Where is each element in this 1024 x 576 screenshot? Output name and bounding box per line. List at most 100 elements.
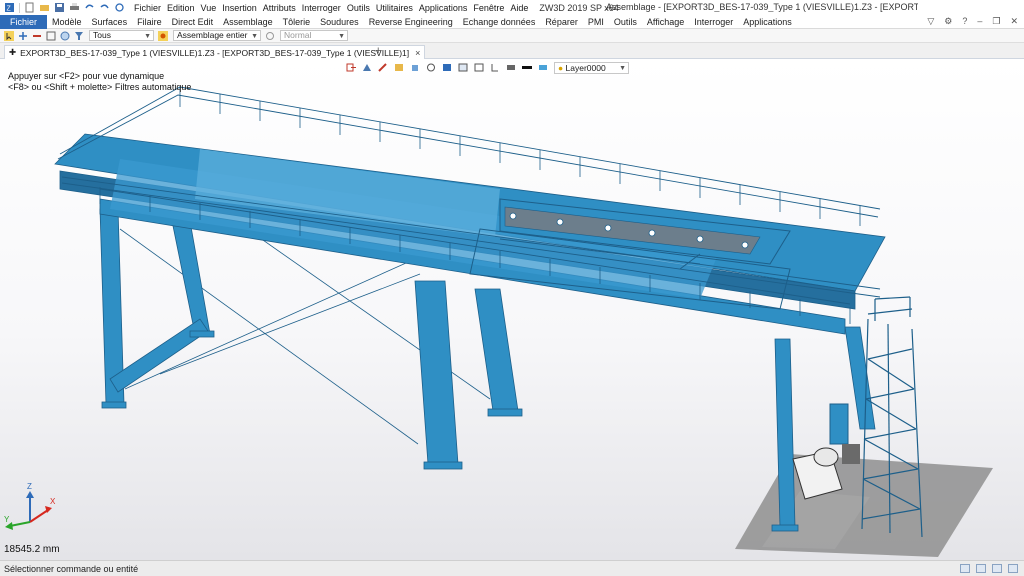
gantry-crane-model[interactable]: Z X Y — [0, 59, 1024, 560]
tab-interroger[interactable]: Interroger — [689, 17, 738, 27]
middle-legs — [414, 280, 523, 470]
menu-fichier[interactable]: Fichier — [131, 3, 164, 13]
axis-x-label: X — [50, 497, 56, 506]
tab-surfaces[interactable]: Surfaces — [87, 17, 133, 27]
title-bar: Z Fichier Edition Vue Insertion Attribut… — [0, 0, 1024, 15]
tab-pmi[interactable]: PMI — [583, 17, 609, 27]
snap-plus-icon[interactable] — [18, 31, 28, 41]
gear-icon[interactable]: ⚙ — [944, 16, 952, 27]
tab-filaire[interactable]: Filaire — [132, 17, 167, 27]
tab-soudures[interactable]: Soudures — [315, 17, 364, 27]
ribbon-tab-bar: Fichier Modèle Surfaces Filaire Direct E… — [0, 14, 1024, 29]
chevron-down-icon: ▼ — [338, 33, 345, 40]
exit-icon[interactable] — [346, 63, 356, 72]
menu-applications[interactable]: Applications — [416, 3, 471, 13]
tab-modele[interactable]: Modèle — [47, 17, 87, 27]
3d-viewport[interactable]: Z X Y Appuyer sur <F2> pour vue dynamiqu… — [0, 59, 1024, 560]
mode-icon — [265, 31, 275, 41]
menu-vue[interactable]: Vue — [198, 3, 220, 13]
main-toolbar: Tous ▼ Assemblage entier ▼ Normal ▼ — [0, 29, 1024, 43]
restore-icon[interactable]: ❐ — [992, 16, 1000, 27]
top-menu: Fichier Edition Vue Insertion Attributs … — [131, 3, 531, 13]
pen-icon[interactable] — [378, 63, 388, 72]
left-legs — [99, 208, 215, 409]
menu-outils[interactable]: Outils — [344, 3, 373, 13]
assembly-icon — [158, 30, 168, 41]
tab-echange-donnees[interactable]: Echange données — [458, 17, 541, 27]
view-mode-icon[interactable] — [960, 564, 970, 573]
save-icon[interactable] — [54, 2, 65, 13]
axis-triad: Z X Y — [4, 482, 56, 530]
ribbon-file-button[interactable]: Fichier — [0, 14, 48, 29]
chevron-down-icon[interactable]: ▽ — [927, 16, 934, 27]
menu-aide[interactable]: Aide — [507, 3, 531, 13]
mode-select-value: Normal — [284, 30, 312, 40]
assembly-scope-select[interactable]: Assemblage entier ▼ — [173, 30, 261, 41]
menu-insertion[interactable]: Insertion — [219, 3, 260, 13]
new-tab-button[interactable]: + — [375, 45, 381, 57]
split-view-icon[interactable] — [992, 564, 1002, 573]
display-icon[interactable] — [506, 63, 516, 72]
menu-utilitaires[interactable]: Utilitaires — [373, 3, 416, 13]
print-icon[interactable] — [69, 2, 80, 13]
pick-cursor-icon[interactable] — [4, 30, 14, 41]
axis-z-label: Z — [27, 482, 32, 491]
tab-assemblage[interactable]: Assemblage — [218, 17, 278, 27]
axis-y-label: Y — [4, 515, 10, 524]
tab-tolerie[interactable]: Tôlerie — [278, 17, 316, 27]
image-icon[interactable] — [458, 63, 468, 72]
color-swatch-icon[interactable] — [522, 63, 532, 72]
status-bar: Sélectionner commande ou entité — [0, 560, 1024, 576]
cube-icon[interactable] — [410, 63, 420, 72]
chevron-down-icon: ▼ — [144, 33, 151, 40]
viewport-hint-line-1: Appuyer sur <F2> pour vue dynamique — [8, 71, 165, 81]
menu-attributs[interactable]: Attributs — [260, 3, 299, 13]
light-icon[interactable] — [538, 63, 548, 72]
frame-icon[interactable] — [474, 63, 484, 72]
menu-edition[interactable]: Edition — [164, 3, 198, 13]
document-tab[interactable]: ✚ EXPORT3D_BES-17-039_Type 1 (VIESVILLE)… — [4, 45, 426, 59]
sphere-icon[interactable] — [60, 31, 70, 41]
layer-select-value: Layer0000 — [565, 62, 606, 73]
filter-box-icon[interactable] — [46, 31, 56, 41]
document-tab-bar: ✚ EXPORT3D_BES-17-039_Type 1 (VIESVILLE)… — [0, 43, 1024, 59]
menu-fenetre[interactable]: Fenêtre — [470, 3, 507, 13]
grid-icon[interactable] — [976, 564, 986, 573]
rotate-icon[interactable] — [426, 63, 436, 72]
redo-icon[interactable] — [99, 2, 110, 13]
status-message: Sélectionner commande ou entité — [4, 563, 139, 574]
view-orient-icon[interactable] — [362, 63, 372, 72]
window-layout-icon[interactable] — [1008, 564, 1018, 573]
tab-reparer[interactable]: Réparer — [540, 17, 583, 27]
pin-icon: ✚ — [9, 47, 17, 57]
minimize-icon[interactable]: – — [977, 16, 982, 27]
layer-select[interactable]: ● Layer0000 ▼ — [554, 61, 629, 74]
section-icon[interactable] — [490, 63, 500, 72]
chevron-down-icon: ▼ — [619, 64, 626, 72]
chevron-down-icon: ▼ — [251, 33, 258, 40]
filter-select-value: Tous — [93, 30, 111, 40]
render-mode-icon[interactable] — [442, 63, 452, 72]
snap-minus-icon[interactable] — [32, 31, 42, 41]
undo-icon[interactable] — [84, 2, 95, 13]
filter-icon[interactable] — [74, 31, 84, 41]
menu-interroger[interactable]: Interroger — [299, 3, 344, 13]
window-title: Assemblage - [EXPORT3D_BES-17-039_Type 1… — [606, 2, 918, 12]
new-file-icon[interactable] — [24, 2, 35, 13]
tab-direct-edit[interactable]: Direct Edit — [167, 17, 219, 27]
tab-affichage[interactable]: Affichage — [642, 17, 689, 27]
tab-reverse-engineering[interactable]: Reverse Engineering — [364, 17, 458, 27]
mode-select[interactable]: Normal ▼ — [280, 30, 348, 41]
filter-select[interactable]: Tous ▼ — [89, 30, 154, 41]
help-icon[interactable]: ? — [962, 16, 967, 27]
open-folder-icon[interactable] — [39, 2, 50, 13]
tab-outils[interactable]: Outils — [609, 17, 642, 27]
tab-applications[interactable]: Applications — [738, 17, 797, 27]
viewport-toolbar: ● Layer0000 ▼ — [346, 61, 629, 74]
svg-text:Z: Z — [7, 6, 12, 13]
assembly-scope-value: Assemblage entier — [177, 30, 248, 40]
refresh-icon[interactable] — [114, 2, 125, 13]
shading-icon[interactable] — [394, 63, 404, 72]
close-icon[interactable]: ✕ — [1010, 16, 1018, 27]
close-tab-icon[interactable]: × — [415, 48, 420, 58]
